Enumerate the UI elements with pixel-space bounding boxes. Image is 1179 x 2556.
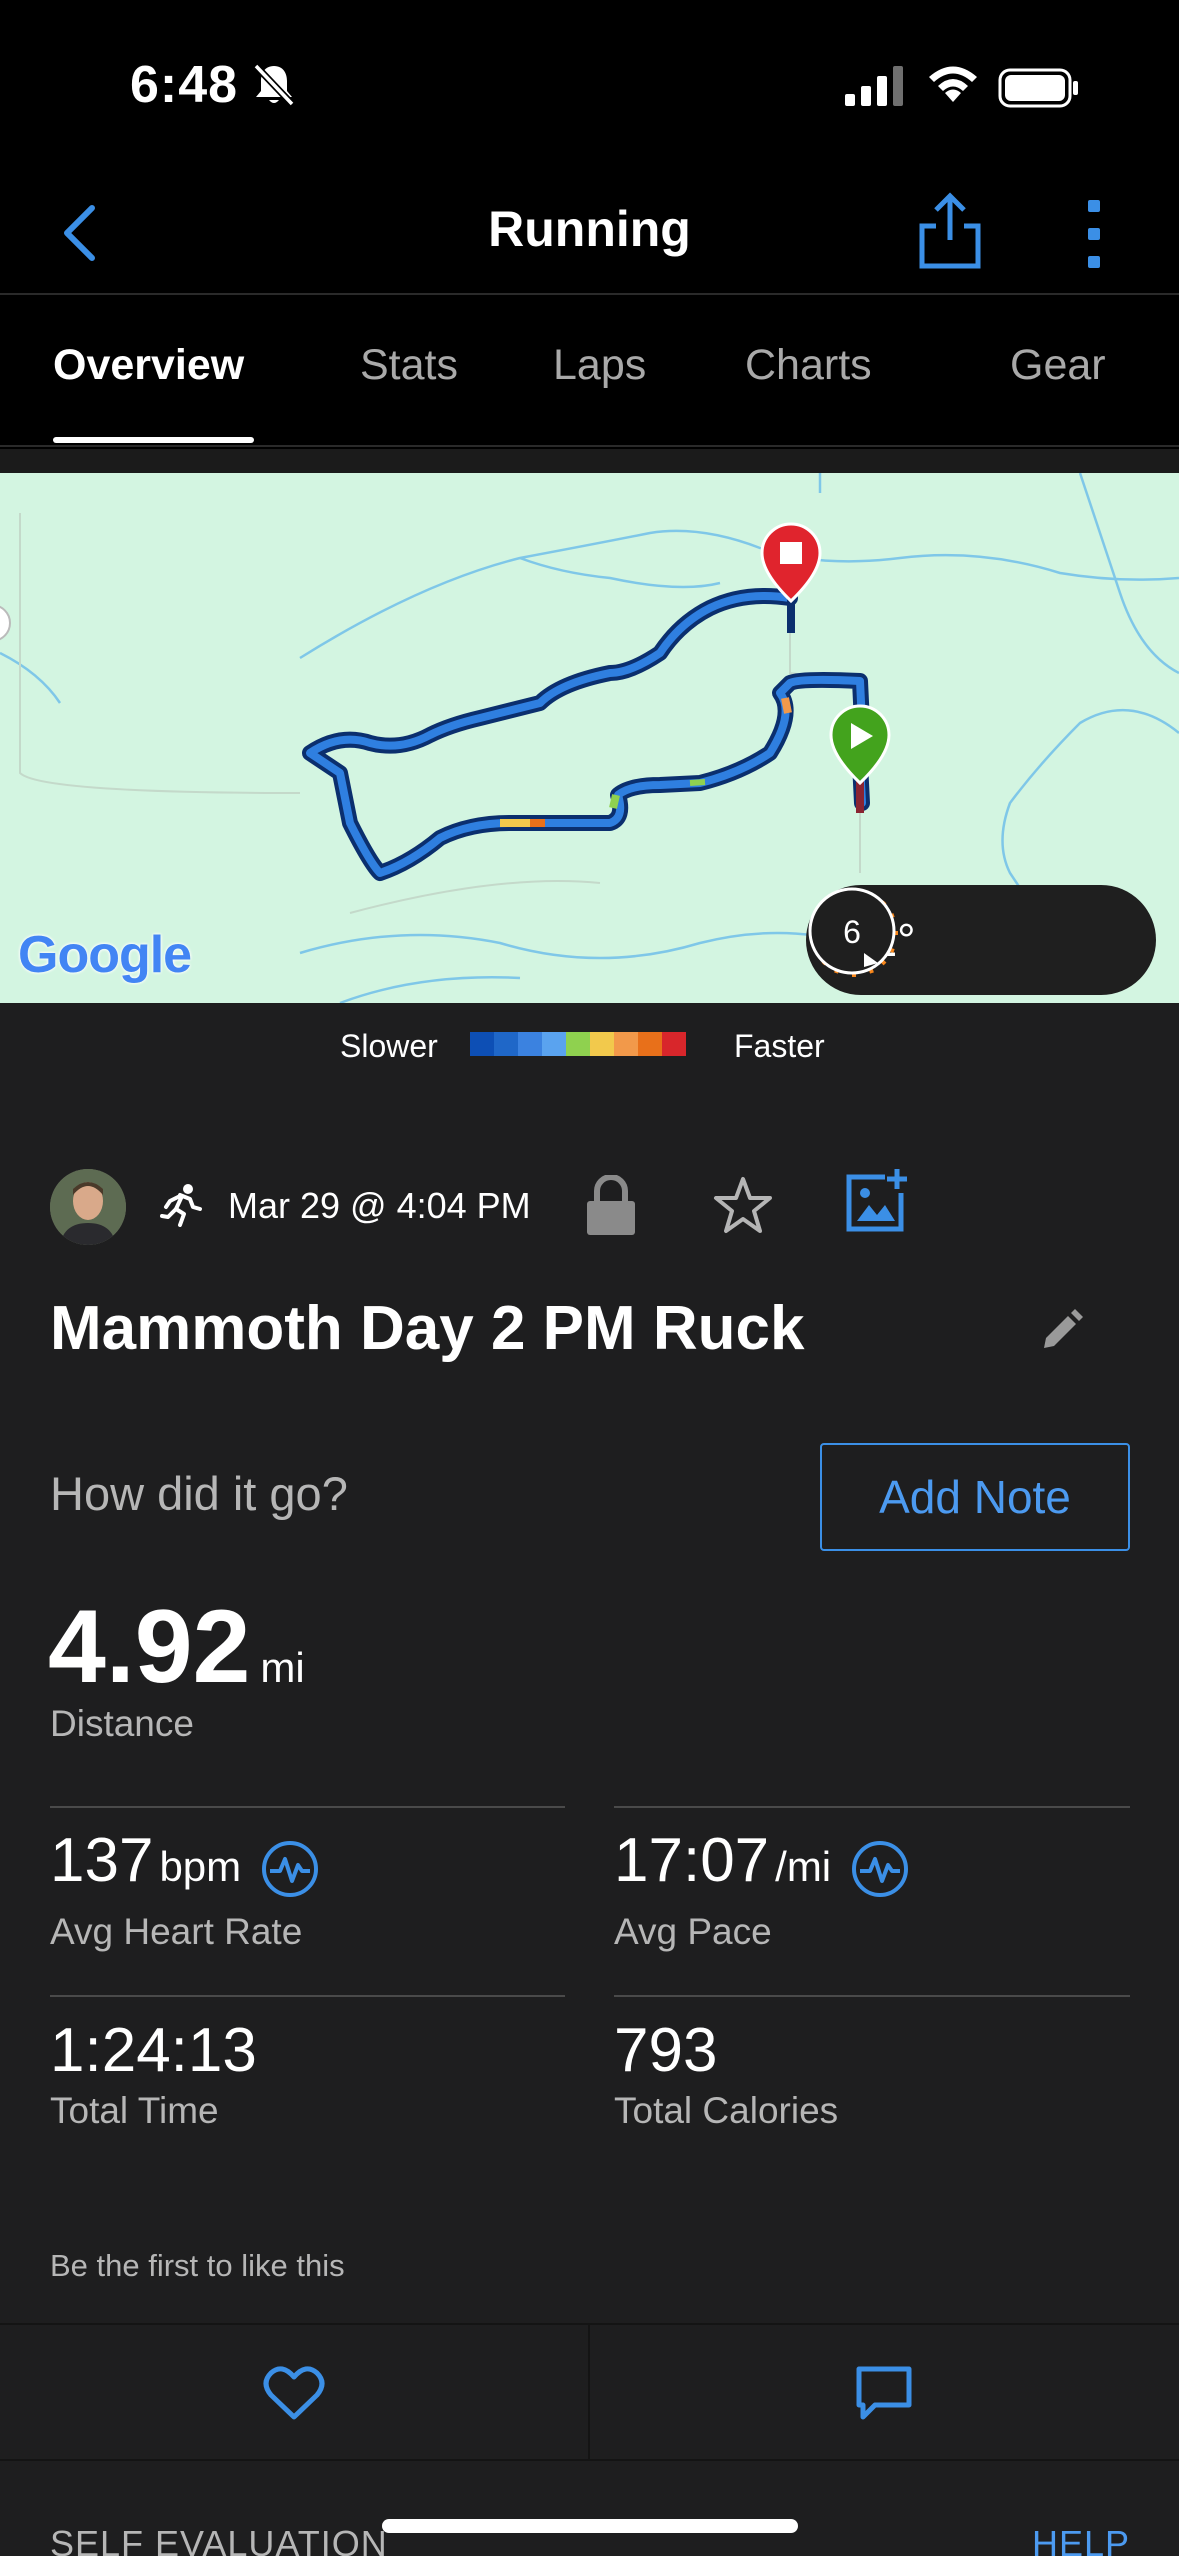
add-note-button[interactable]: Add Note <box>820 1443 1130 1551</box>
avg-heart-rate-stat[interactable]: 137 bpm Avg Heart Rate <box>50 1825 320 1953</box>
distance-label: Distance <box>50 1703 194 1744</box>
total-calories-label: Total Calories <box>614 2090 839 2131</box>
total-calories-stat[interactable]: 793 Total Calories <box>614 2015 838 2132</box>
legend-swatch <box>542 1032 566 1056</box>
heart-rate-label: Avg Heart Rate <box>50 1910 303 1952</box>
heart-rate-value: 137 <box>50 1826 154 1895</box>
legend-swatch <box>614 1032 638 1056</box>
divider <box>614 1806 1130 1808</box>
divider <box>614 1995 1130 1997</box>
legend-swatch <box>590 1032 614 1056</box>
avg-pace-stat[interactable]: 17:07/mi Avg Pace <box>614 1825 910 1953</box>
feedback-prompt: How did it go? <box>50 1467 348 1520</box>
social-action-bar <box>0 2323 1179 2461</box>
heart-rate-unit: bpm <box>159 1843 242 1890</box>
lock-icon[interactable] <box>585 1175 637 1237</box>
share-icon[interactable] <box>918 190 982 270</box>
more-vertical-icon[interactable] <box>1080 196 1110 272</box>
activity-date: Mar 29 @ 4:04 PM <box>228 1185 531 1226</box>
help-link[interactable]: HELP <box>1032 2523 1130 2556</box>
total-time-label: Total Time <box>50 2090 219 2131</box>
running-icon <box>160 1184 202 1227</box>
signal-icon <box>845 66 903 106</box>
comment-button[interactable] <box>590 2325 1178 2461</box>
comment-icon <box>856 2366 912 2420</box>
tab-stats[interactable]: Stats <box>360 341 458 390</box>
wind-direction-icon: 6 <box>808 887 896 975</box>
legend-swatch <box>638 1032 662 1056</box>
pulse-chart-icon[interactable] <box>260 1839 320 1899</box>
total-calories-value: 793 <box>614 2016 718 2085</box>
pace-unit: /mi <box>775 1843 832 1890</box>
page-title: Running <box>488 201 691 257</box>
tab-overview[interactable]: Overview <box>53 341 244 390</box>
pulse-chart-icon[interactable] <box>850 1839 910 1899</box>
divider <box>50 1806 565 1808</box>
star-icon[interactable] <box>712 1175 774 1237</box>
distance-stat: 4.92 mi <box>48 1588 305 1707</box>
map-top-spacer <box>0 449 1179 473</box>
activity-details: Slower Faster Mar 29 @ 4:04 PM Mammoth D… <box>0 1003 1179 2556</box>
bell-slash-icon <box>253 63 295 107</box>
activity-title: Mammoth Day 2 PM Ruck <box>50 1294 805 1363</box>
like-button[interactable] <box>0 2325 588 2461</box>
total-time-stat[interactable]: 1:24:13 Total Time <box>50 2015 257 2132</box>
activity-meta-row: Mar 29 @ 4:04 PM <box>0 1163 1179 1253</box>
status-time: 6:48 <box>130 56 239 114</box>
end-marker-icon <box>760 522 822 633</box>
google-attribution: Google <box>18 926 192 984</box>
tab-bar: Overview Stats Laps Charts Gear <box>0 297 1179 447</box>
wind-speed: 6 <box>843 914 861 950</box>
add-photo-icon[interactable] <box>845 1169 911 1235</box>
legend-swatch <box>566 1032 590 1056</box>
likes-text: Be the first to like this <box>50 2248 345 2283</box>
pace-label: Avg Pace <box>614 1910 772 1952</box>
wifi-icon <box>929 66 977 102</box>
heart-icon <box>263 2366 325 2420</box>
route-map[interactable]: Google 81° 6 <box>0 473 1179 1003</box>
total-time-value: 1:24:13 <box>50 2016 257 2085</box>
distance-unit: mi <box>260 1644 305 1691</box>
weather-badge[interactable]: 81° 6 <box>806 885 1156 995</box>
legend-slower-label: Slower <box>340 1028 438 1064</box>
legend-swatch <box>470 1032 494 1056</box>
battery-icon <box>998 68 1078 108</box>
tab-gear[interactable]: Gear <box>1010 341 1106 390</box>
divider <box>50 1995 565 1997</box>
home-indicator[interactable] <box>382 2519 798 2533</box>
tab-laps[interactable]: Laps <box>553 341 646 390</box>
legend-swatch <box>662 1032 686 1056</box>
distance-value: 4.92 <box>48 1589 251 1705</box>
tab-charts[interactable]: Charts <box>745 341 872 390</box>
pencil-icon[interactable] <box>1040 1308 1084 1352</box>
nav-bar: Running <box>0 170 1179 295</box>
legend-faster-label: Faster <box>734 1028 825 1064</box>
start-marker-icon <box>829 704 891 813</box>
pace-legend: Slower Faster <box>0 1023 1179 1067</box>
pace-value: 17:07 <box>614 1826 770 1895</box>
avatar[interactable] <box>50 1169 126 1245</box>
legend-swatch <box>494 1032 518 1056</box>
active-tab-indicator <box>53 437 254 443</box>
status-bar: 6:48 <box>0 0 1179 170</box>
legend-swatch <box>518 1032 542 1056</box>
self-evaluation-heading: SELF EVALUATION <box>50 2523 388 2556</box>
legend-color-bar <box>470 1032 686 1056</box>
